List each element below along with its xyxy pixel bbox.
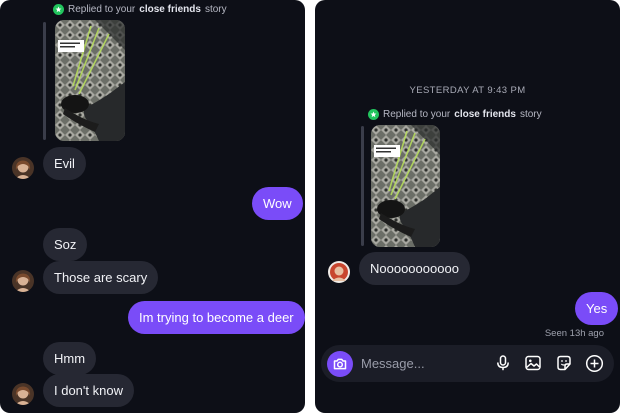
plus-icon: [585, 354, 603, 372]
replied-suffix: story: [204, 4, 227, 15]
message-text: Hmm: [54, 351, 86, 366]
message-text: Those are scary: [54, 270, 148, 285]
replied-story-type: close friends: [139, 4, 201, 15]
reply-thread-line: [361, 126, 364, 246]
seen-receipt: Seen 13h ago: [544, 328, 604, 339]
sticker-icon: [557, 355, 571, 371]
message-text: Wow: [263, 196, 292, 211]
message-text: Nooooooooooo: [370, 261, 459, 276]
reply-thread-line: [43, 22, 46, 140]
replied-to-story-label: Replied to your close friends story: [368, 109, 542, 120]
outgoing-message-bubble: Yes: [575, 292, 619, 325]
message-text: I don't know: [54, 383, 123, 398]
contact-avatar[interactable]: [12, 270, 34, 292]
message-text: Soz: [54, 237, 77, 252]
message-input[interactable]: Message...: [361, 356, 481, 371]
replied-to-story-label: Replied to your close friends story: [53, 4, 227, 15]
replied-prefix: Replied to your: [383, 109, 451, 120]
microphone-button[interactable]: [493, 353, 513, 373]
gallery-button[interactable]: [523, 353, 543, 373]
contact-avatar[interactable]: [12, 383, 34, 405]
incoming-message-bubble: Hmm: [43, 342, 97, 375]
incoming-message-bubble: Those are scary: [43, 261, 159, 294]
story-thumbnail[interactable]: [371, 125, 440, 247]
outgoing-message-bubble: Im trying to become a deer: [128, 301, 305, 334]
microphone-icon: [497, 355, 509, 371]
message-text: Evil: [54, 156, 75, 171]
close-friends-star-icon: [368, 109, 379, 120]
conversation-timestamp: YESTERDAY AT 9:43 PM: [409, 85, 526, 96]
image-icon: [525, 355, 541, 371]
message-text: Yes: [586, 301, 608, 316]
close-friends-star-icon: [53, 4, 64, 15]
left-chat-panel: Replied to your close friends story Evil…: [0, 0, 305, 413]
sticker-button[interactable]: [554, 353, 574, 373]
replied-prefix: Replied to your: [68, 4, 136, 15]
replied-story-type: close friends: [454, 109, 516, 120]
replied-suffix: story: [519, 109, 542, 120]
contact-avatar[interactable]: [12, 157, 34, 179]
message-text: Im trying to become a deer: [139, 310, 294, 325]
camera-icon: [333, 358, 347, 369]
contact-avatar[interactable]: [328, 261, 350, 283]
story-thumbnail[interactable]: [55, 20, 125, 141]
incoming-message-bubble: Evil: [43, 147, 86, 180]
message-composer: Message...: [321, 345, 614, 382]
more-button[interactable]: [584, 353, 604, 373]
camera-button[interactable]: [327, 350, 353, 377]
incoming-message-bubble: I don't know: [43, 374, 134, 407]
incoming-message-bubble: Soz: [43, 228, 88, 261]
incoming-message-bubble: Nooooooooooo: [359, 252, 470, 285]
outgoing-message-bubble: Wow: [252, 187, 303, 220]
right-chat-panel: YESTERDAY AT 9:43 PM Replied to your clo…: [315, 0, 620, 413]
